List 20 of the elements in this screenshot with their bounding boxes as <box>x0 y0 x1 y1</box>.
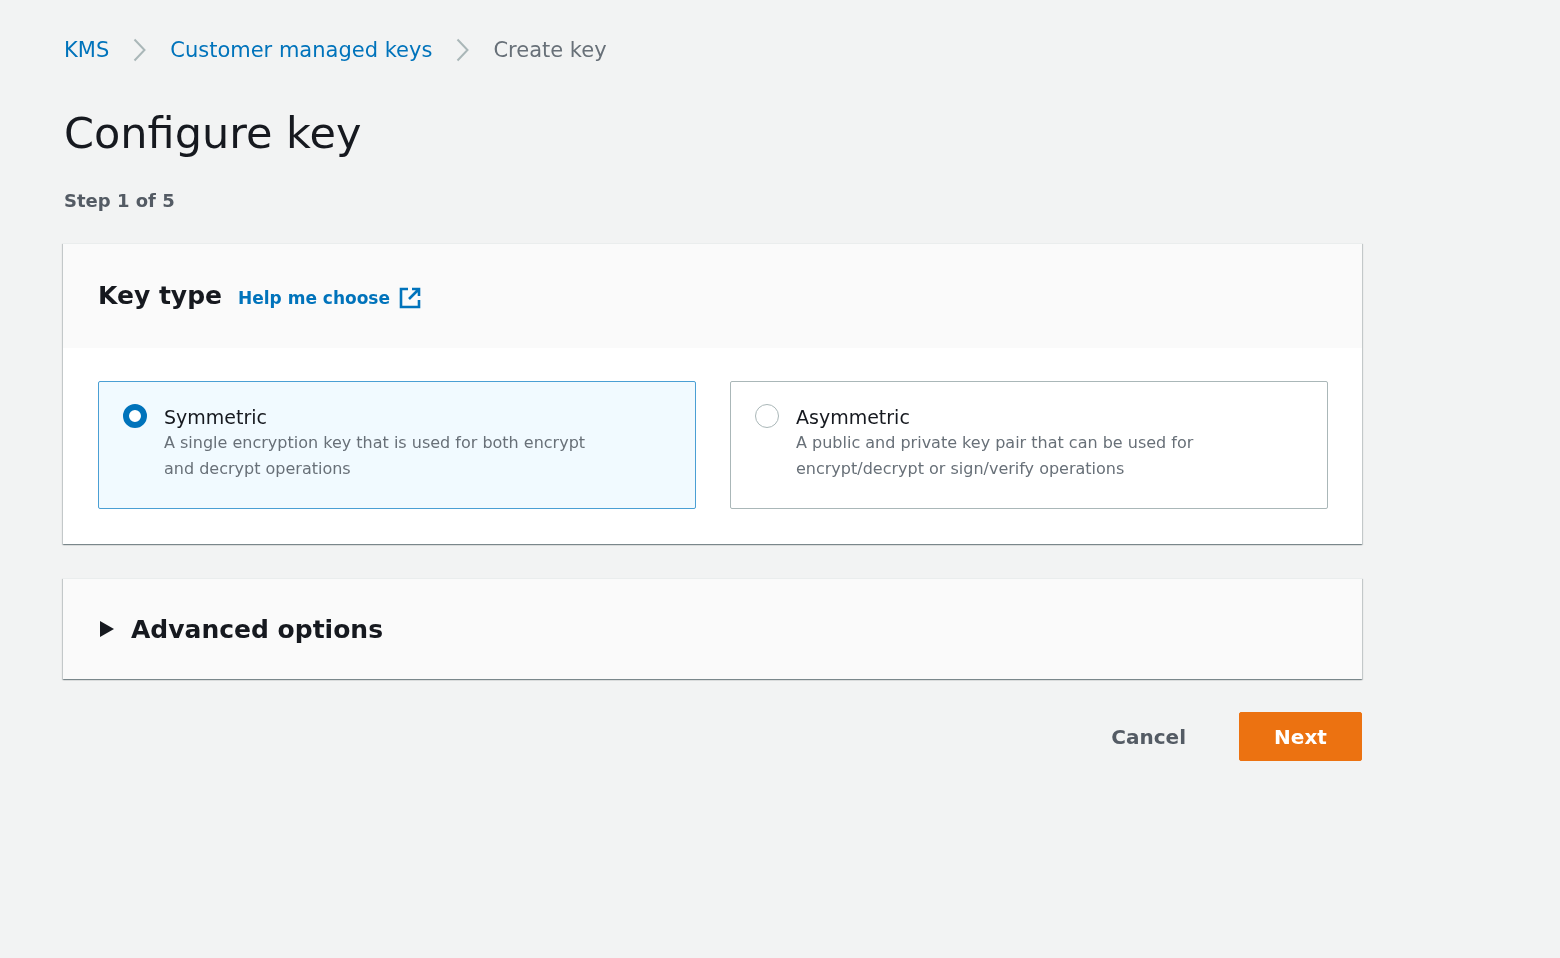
breadcrumb-link[interactable]: KMS <box>64 36 110 64</box>
page-title: Configure key <box>64 108 363 158</box>
radio-tile[interactable]: Asymmetric A public and private key pair that can be used for encrypt/decrypt or sign/verify operations <box>730 381 1328 509</box>
cancel-button[interactable]: Cancel <box>1091 712 1206 761</box>
section-heading: Key type <box>98 280 222 312</box>
radio-tile[interactable]: Symmetric A single encryption key that is used for both encrypt and decrypt operations <box>98 381 696 509</box>
expand-toggle[interactable]: Advanced options <box>100 614 384 644</box>
help-link[interactable]: Help me choose <box>238 286 423 310</box>
radio-button[interactable] <box>123 404 147 428</box>
option-label: Asymmetric <box>796 405 911 430</box>
radio-button[interactable] <box>755 404 779 428</box>
breadcrumb-current: Create key <box>493 37 607 64</box>
step-indicator: Step 1 of 5 <box>64 189 176 213</box>
option-label: Symmetric <box>164 405 268 430</box>
option-description: A single encryption key that is used for both encrypt and decrypt operations <box>164 432 587 480</box>
breadcrumb-link[interactable]: Customer managed keys <box>170 36 433 64</box>
option-description: A public and private key pair that can be used for encrypt/decrypt or sign/verify operations <box>796 432 1195 480</box>
chevron-right-icon <box>456 38 470 62</box>
chevron-right-icon <box>133 38 147 62</box>
external-link-icon <box>398 286 423 310</box>
